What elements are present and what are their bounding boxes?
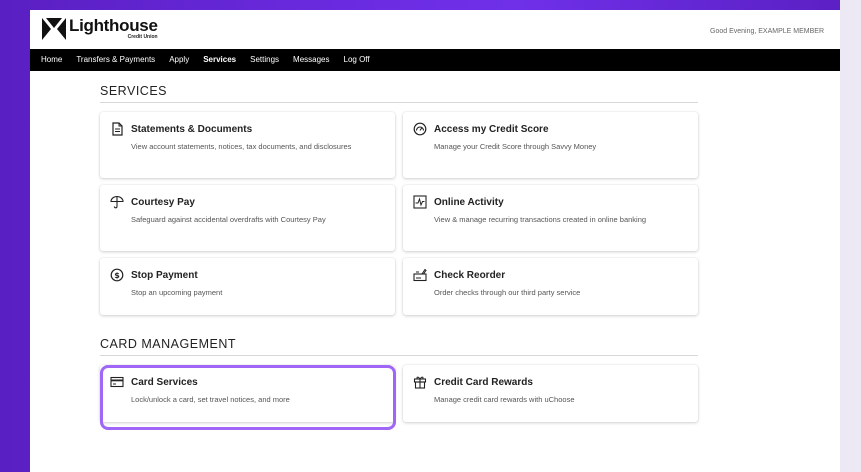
card-courtesy-pay[interactable]: Courtesy Pay Safeguard against accidenta… — [100, 185, 395, 251]
card-title: Courtesy Pay — [131, 196, 195, 208]
services-grid: Statements & Documents View account stat… — [100, 112, 700, 315]
checkbook-icon — [413, 268, 427, 282]
brand-subtitle: Credit Union — [127, 34, 158, 40]
activity-icon — [413, 195, 427, 209]
nav-settings[interactable]: Settings — [243, 49, 286, 71]
card-online-activity[interactable]: Online Activity View & manage recurring … — [403, 185, 698, 251]
svg-text:$: $ — [114, 271, 120, 280]
card-management-grid: Card Services Lock/unlock a card, set tr… — [100, 365, 700, 430]
card-card-services[interactable]: Card Services Lock/unlock a card, set tr… — [100, 365, 396, 430]
nav-messages[interactable]: Messages — [286, 49, 336, 71]
lighthouse-logo-icon — [42, 18, 66, 40]
main-nav: Home Transfers & Payments Apply Services… — [30, 49, 840, 71]
card-title: Card Services — [131, 376, 198, 388]
card-description: Manage your Credit Score through Savvy M… — [434, 142, 597, 151]
main-content: SERVICES Statements & Documents View acc… — [100, 84, 700, 430]
card-description: View account statements, notices, tax do… — [131, 142, 352, 151]
nav-apply[interactable]: Apply — [162, 49, 196, 71]
card-description: Manage credit card rewards with uChoose — [434, 395, 575, 404]
nav-home[interactable]: Home — [34, 49, 69, 71]
credit-card-icon — [110, 376, 124, 388]
card-title: Access my Credit Score — [434, 123, 549, 135]
card-description: Stop an upcoming payment — [131, 288, 223, 297]
card-credit-card-rewards[interactable]: Credit Card Rewards Manage credit card r… — [403, 365, 698, 422]
card-stop-payment[interactable]: $ Stop Payment Stop an upcoming payment — [100, 258, 395, 315]
umbrella-icon — [110, 195, 124, 209]
card-access-credit-score[interactable]: Access my Credit Score Manage your Credi… — [403, 112, 698, 178]
card-description: Lock/unlock a card, set travel notices, … — [131, 395, 290, 404]
card-title: Check Reorder — [434, 269, 506, 281]
nav-log-off[interactable]: Log Off — [337, 49, 377, 71]
brand-name: Lighthouse — [69, 16, 158, 35]
card-title: Credit Card Rewards — [434, 376, 533, 388]
card-statements-documents[interactable]: Statements & Documents View account stat… — [100, 112, 395, 178]
card-check-reorder[interactable]: Check Reorder Order checks through our t… — [403, 258, 698, 315]
services-section-title: SERVICES — [100, 84, 698, 103]
card-description: Safeguard against accidental overdrafts … — [131, 215, 326, 224]
nav-services[interactable]: Services — [196, 49, 243, 71]
header: Lighthouse Credit Union Good Evening, EX… — [30, 10, 840, 49]
brand-logo[interactable]: Lighthouse Credit Union — [42, 17, 158, 41]
card-title: Online Activity — [434, 196, 504, 208]
card-management-section-title: CARD MANAGEMENT — [100, 337, 698, 356]
gauge-icon — [413, 122, 427, 136]
greeting-text: Good Evening, EXAMPLE MEMBER — [710, 28, 824, 35]
card-title: Statements & Documents — [131, 123, 253, 135]
gift-icon — [413, 376, 427, 389]
nav-transfers-payments[interactable]: Transfers & Payments — [69, 49, 162, 71]
card-title: Stop Payment — [131, 269, 198, 281]
document-icon — [112, 122, 123, 136]
browser-side-strip — [840, 0, 861, 472]
card-description: Order checks through our third party ser… — [434, 288, 581, 297]
card-description: View & manage recurring transactions cre… — [434, 215, 647, 224]
dollar-circle-icon: $ — [110, 268, 124, 282]
